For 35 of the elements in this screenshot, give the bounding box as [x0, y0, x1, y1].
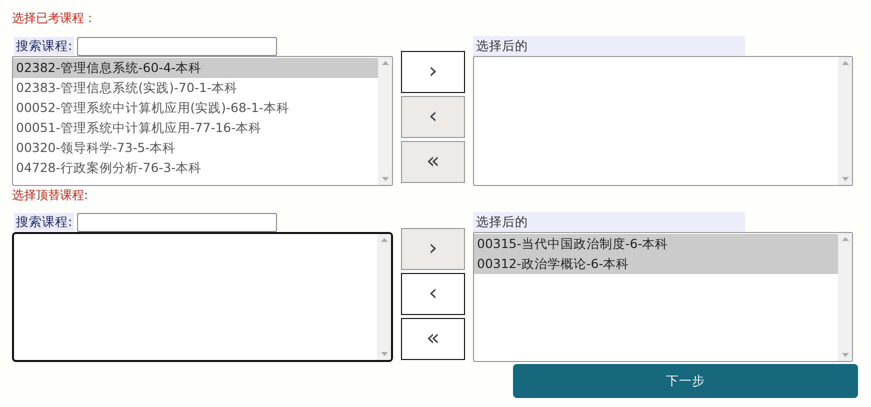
- list-box[interactable]: 00315-当代中国政治制度-6-本科 00312-政治学概论-6-本科: [473, 232, 853, 362]
- list-item[interactable]: 02382-管理信息系统-60-4-本科: [13, 58, 378, 78]
- section-heading: 选择顶替课程:: [12, 187, 90, 204]
- list-item[interactable]: 00320-领导科学-73-5-本科: [13, 138, 378, 158]
- transfer-button[interactable]: ›: [401, 51, 465, 93]
- scroll-up-icon[interactable]: [382, 61, 388, 65]
- scrollbar[interactable]: [838, 57, 852, 185]
- list-item[interactable]: 00312-政治学概论-6-本科: [474, 254, 838, 274]
- scroll-up-icon[interactable]: [842, 237, 848, 241]
- scroll-down-icon[interactable]: [842, 177, 848, 181]
- scroll-up-icon[interactable]: [842, 61, 848, 65]
- search-label: 搜索课程:: [14, 37, 74, 55]
- scroll-up-icon[interactable]: [380, 238, 388, 242]
- section-heading: 选择已考课程：: [12, 10, 97, 27]
- list-header: 选择后的: [473, 36, 745, 56]
- next-button[interactable]: 下一步: [513, 364, 858, 398]
- scroll-down-icon[interactable]: [380, 352, 388, 356]
- scroll-down-icon[interactable]: [382, 177, 388, 181]
- scrollbar[interactable]: [377, 234, 391, 360]
- search-field[interactable]: [77, 36, 278, 56]
- transfer-button[interactable]: «: [401, 318, 465, 360]
- list-item[interactable]: 00051-管理系统中计算机应用-77-16-本科: [13, 118, 378, 138]
- list-item[interactable]: 04728-行政案例分析-76-3-本科: [13, 158, 378, 178]
- transfer-button[interactable]: ‹: [401, 273, 465, 315]
- search-label: 搜索课程:: [14, 213, 74, 231]
- scrollbar[interactable]: [838, 233, 852, 361]
- list-header: 选择后的: [473, 212, 745, 232]
- list-item[interactable]: 02383-管理信息系统(实践)-70-1-本科: [13, 78, 378, 98]
- list-item[interactable]: 00052-管理系统中计算机应用(实践)-68-1-本科: [13, 98, 378, 118]
- scrollbar[interactable]: [378, 57, 392, 185]
- list-item[interactable]: 00315-当代中国政治制度-6-本科: [474, 234, 838, 254]
- list-box[interactable]: 02382-管理信息系统-60-4-本科 02383-管理信息系统(实践)-70-1-本科 00052-管理系统中计算机应用(实践)-68-1-本科 00051-管理系统中计算机应用-77-16-本科 00320-领导科学-73-5-本科 04728-行政案例分析-76-3-本科: [12, 56, 393, 186]
- scroll-down-icon[interactable]: [842, 353, 848, 357]
- list-box[interactable]: [12, 232, 393, 362]
- search-field[interactable]: [77, 212, 278, 232]
